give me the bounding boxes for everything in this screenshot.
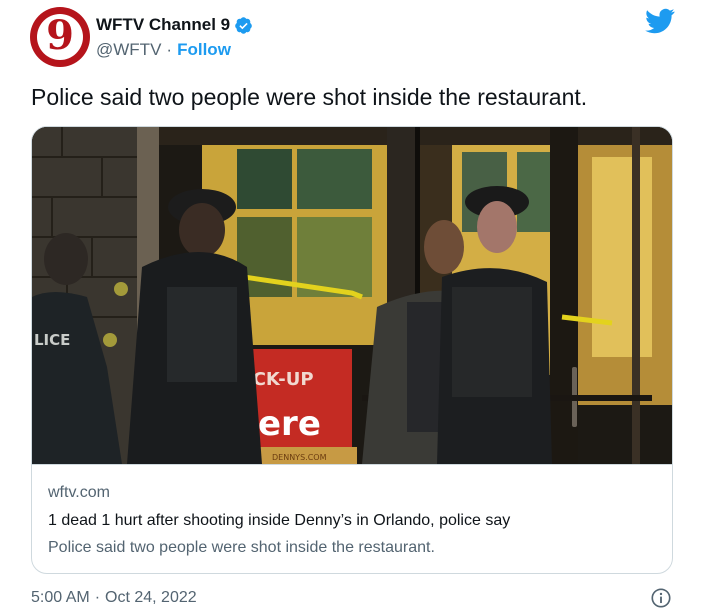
avatar-logo-ring: 9 bbox=[37, 14, 83, 60]
author-block: WFTV Channel 9 @WFTV · Follow bbox=[96, 14, 253, 61]
card-divider bbox=[32, 464, 672, 465]
card-domain: wftv.com bbox=[48, 484, 110, 501]
timestamp[interactable]: 5:00 AM · Oct 24, 2022 bbox=[31, 589, 197, 607]
display-name[interactable]: WFTV Channel 9 bbox=[96, 15, 230, 35]
link-card[interactable]: ICK-UP ere DENNYS.COM LICE wftv.com 1 de… bbox=[31, 126, 673, 574]
timestamp-separator: · bbox=[94, 589, 101, 606]
handle[interactable]: @WFTV bbox=[96, 40, 161, 60]
follow-button[interactable]: Follow bbox=[177, 40, 231, 60]
tweet-time[interactable]: 5:00 AM bbox=[31, 589, 90, 607]
vest-text: LICE bbox=[34, 331, 70, 349]
separator-dot: · bbox=[166, 40, 173, 59]
twitter-bird-icon[interactable] bbox=[645, 8, 675, 34]
name-row: WFTV Channel 9 bbox=[96, 14, 253, 36]
avatar-logo-text: 9 bbox=[46, 12, 74, 59]
sign-footer-text: DENNYS.COM bbox=[272, 453, 327, 462]
verified-badge-icon bbox=[235, 16, 252, 34]
info-icon[interactable] bbox=[650, 587, 672, 609]
card-image[interactable]: ICK-UP ere DENNYS.COM LICE bbox=[32, 127, 672, 464]
card-description: Police said two people were shot inside … bbox=[48, 539, 435, 556]
sign-text-2: ere bbox=[258, 404, 321, 444]
tweet-text: Police said two people were shot inside … bbox=[31, 84, 588, 110]
card-title[interactable]: 1 dead 1 hurt after shooting inside Denn… bbox=[48, 512, 510, 530]
handle-row: @WFTV · Follow bbox=[96, 39, 253, 61]
tweet-date[interactable]: Oct 24, 2022 bbox=[105, 589, 197, 607]
card-photo: ICK-UP ere DENNYS.COM LICE bbox=[32, 127, 672, 464]
sign-text: ICK-UP bbox=[246, 369, 314, 390]
avatar[interactable]: 9 bbox=[30, 7, 90, 67]
